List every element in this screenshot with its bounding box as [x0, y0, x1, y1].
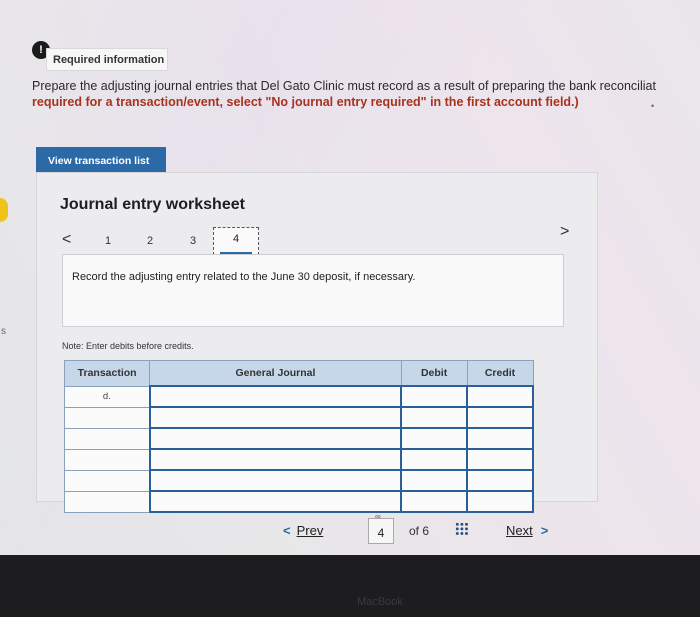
page-count: of 6 — [409, 524, 430, 538]
credit-field[interactable] — [466, 448, 534, 471]
prev-label: Prev — [296, 523, 324, 538]
question-prompt: Prepare the adjusting journal entries th… — [32, 78, 700, 110]
credit-field[interactable] — [466, 469, 534, 492]
prompt-line-1: Prepare the adjusting journal entries th… — [32, 79, 656, 93]
chevron-right-icon: > — [540, 523, 549, 538]
active-page-label: 4 — [232, 233, 240, 245]
transaction-cell — [63, 448, 151, 471]
debit-field[interactable] — [400, 427, 469, 450]
instruction-text: Record the adjusting entry related to th… — [72, 271, 416, 283]
stray-dot: • — [651, 101, 655, 111]
prev-button[interactable]: < Prev — [283, 523, 323, 538]
debit-field[interactable] — [400, 490, 469, 513]
col-transaction: Transaction — [63, 360, 151, 387]
table-row — [63, 427, 534, 450]
transaction-cell — [63, 490, 151, 513]
chevron-left-icon[interactable]: < — [62, 231, 71, 249]
account-field[interactable] — [148, 490, 403, 513]
next-button[interactable]: Next > — [506, 523, 548, 538]
page-tab-3[interactable]: 3 — [190, 235, 196, 247]
account-field[interactable] — [148, 406, 403, 429]
journal-table: Transaction General Journal Debit Credit… — [63, 360, 534, 513]
transaction-cell — [63, 427, 151, 450]
page-tab-1[interactable]: 1 — [105, 235, 111, 247]
table-row: d. — [63, 385, 534, 408]
credit-field[interactable] — [466, 406, 534, 429]
worksheet-title: Journal entry worksheet — [60, 196, 245, 213]
table-row — [63, 448, 534, 471]
account-field[interactable] — [148, 448, 403, 471]
credit-field[interactable] — [466, 427, 534, 450]
edge-indicator — [0, 198, 8, 222]
col-general-journal: General Journal — [149, 360, 402, 387]
col-debit: Debit — [400, 360, 468, 387]
credit-field[interactable] — [466, 385, 534, 408]
credit-field[interactable] — [466, 490, 534, 513]
transaction-cell — [63, 406, 151, 429]
required-information-tab[interactable]: Required information — [46, 48, 168, 71]
laptop-brand-logo: MacBook — [357, 596, 403, 608]
edge-marker-text: s — [1, 326, 6, 337]
table-row — [63, 406, 534, 429]
transaction-cell: d. — [63, 385, 151, 408]
debit-field[interactable] — [400, 469, 469, 492]
col-credit: Credit — [466, 360, 534, 387]
chevron-right-icon[interactable]: > — [560, 223, 569, 241]
page-tab-2[interactable]: 2 — [147, 235, 153, 247]
view-transaction-list-button[interactable]: View transaction list — [36, 147, 166, 174]
debit-field[interactable] — [400, 448, 469, 471]
note-text: Note: Enter debits before credits. — [62, 341, 194, 351]
table-row — [63, 469, 534, 492]
transaction-cell — [63, 469, 151, 492]
account-field[interactable] — [148, 385, 403, 408]
prompt-line-2: required for a transaction/event, select… — [32, 95, 579, 109]
debit-field[interactable] — [400, 385, 469, 408]
grid-icon[interactable] — [455, 522, 469, 536]
table-row — [63, 490, 534, 513]
instruction-box: Record the adjusting entry related to th… — [62, 254, 564, 327]
next-label: Next — [506, 523, 533, 538]
debit-field[interactable] — [400, 406, 469, 429]
table-header-row: Transaction General Journal Debit Credit — [63, 360, 534, 387]
account-field[interactable] — [148, 469, 403, 492]
page-number-box[interactable]: 4 — [368, 518, 394, 544]
account-field[interactable] — [148, 427, 403, 450]
chevron-left-icon: < — [283, 523, 291, 538]
